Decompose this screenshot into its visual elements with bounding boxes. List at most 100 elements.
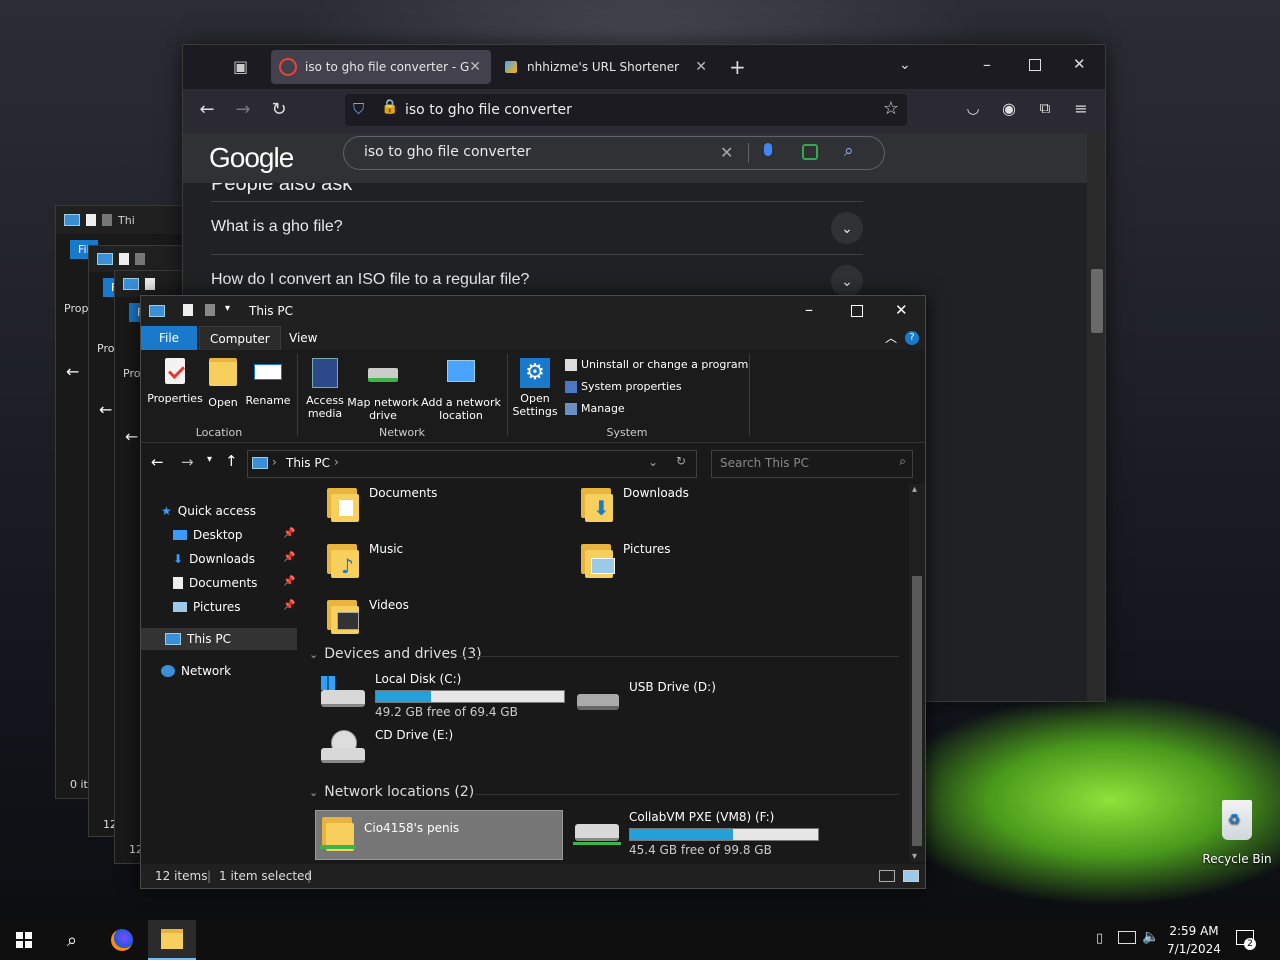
recycle-bin[interactable]: ♻ Recycle Bin — [1200, 800, 1274, 866]
forward-icon[interactable]: → — [231, 99, 255, 120]
properties-quick-icon[interactable] — [183, 304, 193, 316]
nav-this-pc[interactable]: This PC — [141, 628, 297, 650]
nav-network[interactable]: Network — [161, 660, 231, 682]
back-arrow-icon[interactable]: ← — [66, 362, 79, 381]
search-icon[interactable]: ⌕ — [899, 454, 906, 469]
maximize-icon[interactable] — [1029, 59, 1041, 71]
open-button[interactable]: Open — [205, 358, 241, 409]
refresh-icon[interactable]: ↻ — [676, 454, 686, 468]
account-icon[interactable]: ◉ — [997, 99, 1021, 118]
forward-icon[interactable]: → — [181, 453, 194, 471]
drive-cd-e[interactable]: CD Drive (E:) — [319, 728, 453, 764]
close-icon[interactable]: ✕ — [895, 301, 908, 319]
tab-google-search[interactable]: iso to gho file converter - Goog ✕ — [271, 50, 491, 84]
address-bar[interactable]: › This PC › ⌄ ↻ — [247, 450, 697, 478]
folder-downloads[interactable]: ⬇ Downloads — [579, 486, 689, 522]
paa-question[interactable]: What is a gho file? ⌄ — [211, 201, 863, 254]
close-window-icon[interactable]: ✕ — [1073, 55, 1086, 73]
scrollbar-thumb[interactable] — [912, 576, 922, 846]
firefox-view-icon[interactable]: ▣ — [233, 57, 248, 76]
chevron-down-icon[interactable]: ⌄ — [831, 212, 863, 244]
search-icon[interactable]: ⌕ — [844, 141, 854, 161]
customize-quick-access-icon[interactable]: ▾ — [225, 303, 230, 314]
search-button[interactable]: ⌕ — [48, 920, 96, 960]
start-button[interactable] — [0, 920, 48, 960]
paa-question-text[interactable]: What is a gho file? — [211, 218, 343, 236]
large-icons-view-icon[interactable] — [903, 870, 919, 882]
new-folder-quick-icon[interactable] — [205, 304, 215, 316]
map-network-drive-button[interactable]: Map network drive — [347, 358, 419, 422]
list-tabs-chevron-icon[interactable]: ⌄ — [899, 57, 911, 73]
close-tab-icon[interactable]: ✕ — [469, 59, 481, 75]
breadcrumb-chevron-icon[interactable]: › — [334, 455, 339, 469]
browser-scrollbar[interactable] — [1087, 133, 1105, 701]
content-scrollbar[interactable]: ▴ ▾ — [909, 484, 925, 862]
add-network-location-button[interactable]: Add a network location — [421, 358, 501, 422]
extensions-icon[interactable]: ⧉ — [1033, 99, 1057, 117]
close-tab-icon[interactable]: ✕ — [695, 59, 707, 75]
folder-videos[interactable]: Videos — [325, 598, 409, 634]
tab-url-shortener[interactable]: nhhizme's URL Shortener ✕ — [497, 50, 717, 84]
back-icon[interactable]: ← — [195, 99, 219, 120]
network-drive-collabvm-f[interactable]: CollabVM PXE (VM8) (F:) 45.4 GB free of … — [573, 810, 819, 857]
maximize-icon[interactable] — [851, 305, 863, 317]
url-text[interactable]: iso to gho file converter — [405, 102, 572, 118]
devices-and-drives-header[interactable]: ⌄ Devices and drives (3) — [309, 646, 899, 662]
scroll-down-icon[interactable]: ▾ — [912, 851, 917, 862]
nav-desktop[interactable]: Desktop — [173, 524, 243, 546]
pin-icon[interactable]: 📌 — [283, 576, 295, 587]
scroll-up-icon[interactable]: ▴ — [912, 484, 917, 495]
help-icon[interactable]: ? — [905, 331, 919, 345]
nav-pictures[interactable]: Pictures — [173, 596, 241, 618]
lens-camera-icon[interactable] — [802, 144, 818, 160]
explorer-titlebar[interactable]: ▾ This PC – ✕ — [141, 296, 925, 326]
shield-icon[interactable]: ⛉ — [353, 100, 364, 118]
access-media-button[interactable]: Access media — [303, 358, 347, 420]
chevron-down-icon[interactable]: ⌄ — [831, 265, 863, 297]
network-tray-icon[interactable] — [1118, 931, 1136, 944]
pin-icon[interactable]: 📌 — [283, 552, 295, 563]
search-query[interactable]: iso to gho file converter — [364, 144, 531, 160]
notification-center-button[interactable]: 2 — [1234, 928, 1256, 950]
drive-local-disk-c[interactable]: Local Disk (C:) 49.2 GB free of 69.4 GB — [319, 672, 565, 719]
up-icon[interactable]: ↑ — [225, 452, 238, 470]
clear-search-icon[interactable]: ✕ — [720, 143, 733, 162]
manage-button[interactable]: Manage — [565, 402, 625, 415]
drive-usb-d[interactable]: USB Drive (D:) — [573, 680, 716, 716]
tab-view[interactable]: View — [279, 326, 327, 350]
firefox-taskbar-button[interactable] — [98, 920, 146, 960]
recent-locations-icon[interactable]: ▾ — [207, 454, 212, 465]
volume-muted-icon[interactable]: 🔈 — [1142, 929, 1159, 945]
details-view-icon[interactable] — [879, 870, 895, 882]
properties-button[interactable]: Properties — [147, 358, 203, 405]
battery-icon[interactable]: ▯ — [1096, 931, 1103, 946]
search-input[interactable]: Search This PC ⌕ — [711, 450, 913, 478]
bookmark-star-icon[interactable]: ☆ — [883, 98, 899, 119]
folder-music[interactable]: ♪ Music — [325, 542, 403, 578]
folder-documents[interactable]: Documents — [325, 486, 437, 522]
scrollbar-thumb[interactable] — [1091, 269, 1103, 333]
pin-icon[interactable]: 📌 — [283, 528, 295, 539]
minimize-icon[interactable]: – — [805, 300, 813, 319]
reload-icon[interactable]: ↻ — [267, 99, 291, 120]
address-dropdown-icon[interactable]: ⌄ — [648, 455, 658, 469]
new-tab-icon[interactable]: + — [729, 55, 746, 79]
folder-pictures[interactable]: Pictures — [579, 542, 671, 578]
system-properties-button[interactable]: System properties — [565, 380, 682, 393]
network-location-cio4158[interactable]: Cio4158's penis — [315, 810, 563, 860]
nav-downloads[interactable]: ⬇ Downloads — [173, 548, 255, 570]
tab-file[interactable]: File — [141, 326, 197, 350]
file-explorer-taskbar-button[interactable] — [148, 920, 196, 960]
open-settings-button[interactable]: ⚙ Open Settings — [511, 358, 559, 418]
microphone-icon[interactable] — [764, 143, 772, 156]
back-arrow-icon[interactable]: ← — [99, 400, 112, 419]
collapse-ribbon-icon[interactable]: ︿ — [885, 329, 897, 346]
url-bar[interactable]: ⛉ 🔒 iso to gho file converter ☆ — [345, 94, 907, 126]
google-search-box[interactable]: iso to gho file converter ✕ ⌕ — [343, 136, 885, 170]
tab-computer[interactable]: Computer — [199, 326, 281, 351]
rename-button[interactable]: Rename — [245, 358, 291, 407]
nav-quick-access[interactable]: ★ Quick access — [161, 500, 256, 522]
file-explorer-window[interactable]: ▾ This PC – ✕ File Computer View ︿ ? Pro… — [140, 295, 926, 889]
google-logo[interactable]: Google — [209, 142, 294, 174]
uninstall-program-button[interactable]: Uninstall or change a program — [565, 358, 748, 371]
